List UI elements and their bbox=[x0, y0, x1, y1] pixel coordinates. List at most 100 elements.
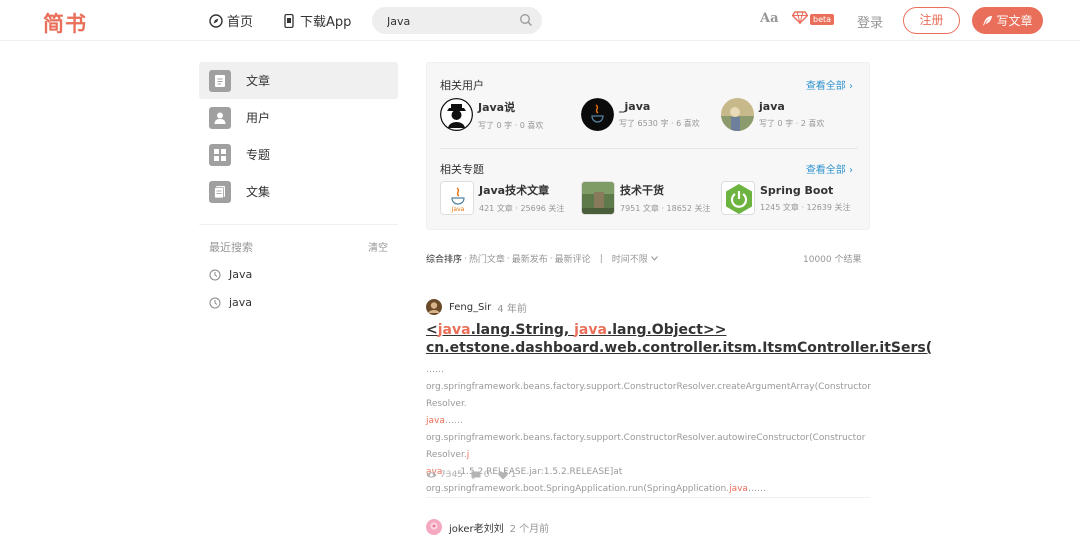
clock-icon bbox=[209, 269, 221, 281]
article-title[interactable]: <java.lang.String, java.lang.Object>> cn… bbox=[426, 321, 932, 357]
abstract-highlight: j bbox=[466, 450, 470, 460]
chevron-down-icon bbox=[650, 256, 658, 261]
related-topic-card[interactable]: Java Java技术文章 421 文章 · 25696 关注 bbox=[440, 181, 564, 215]
user-icon bbox=[209, 106, 231, 129]
sort-pipe: | bbox=[599, 253, 603, 264]
sidebar-item-users[interactable]: 用户 bbox=[199, 99, 398, 136]
sort-separator: · bbox=[464, 253, 467, 264]
avatar bbox=[440, 98, 473, 131]
recent-search-text: Java bbox=[229, 268, 253, 281]
abstract-line: org.springframework.beans.factory.suppor… bbox=[426, 430, 871, 464]
sort-option-comprehensive[interactable]: 综合排序 bbox=[426, 252, 462, 265]
site-logo[interactable]: 简书 bbox=[43, 8, 87, 38]
related-topic-card[interactable]: Spring Boot 1245 文章 · 12639 关注 bbox=[721, 181, 851, 215]
article-divider bbox=[426, 497, 870, 498]
search-box bbox=[372, 7, 542, 34]
comments-stat[interactable]: 0 bbox=[471, 470, 490, 480]
write-article-button[interactable]: 写文章 bbox=[972, 7, 1043, 34]
avatar bbox=[721, 98, 754, 131]
related-topic-name: Spring Boot bbox=[760, 183, 834, 197]
sort-option-comments[interactable]: 最新评论 bbox=[555, 252, 591, 265]
abstract-text: …… bbox=[444, 416, 463, 426]
author-name[interactable]: joker老刘刘 bbox=[449, 520, 504, 535]
abstract-text: …… bbox=[747, 484, 766, 494]
font-size-toggle[interactable]: Aa bbox=[760, 11, 779, 26]
related-user-card[interactable]: java 写了 0 字 · 2 喜欢 bbox=[721, 98, 824, 131]
sort-separator: · bbox=[506, 253, 510, 264]
avatar bbox=[581, 98, 614, 131]
clock-icon bbox=[209, 297, 221, 309]
sidebar-item-label: 文章 bbox=[246, 74, 271, 88]
related-topics-more-link[interactable]: 查看全部 › bbox=[806, 161, 853, 176]
abstract-line: org.springframework.boot.SpringApplicati… bbox=[426, 481, 871, 498]
nav-home-link[interactable]: 首页 bbox=[209, 11, 253, 30]
avatar[interactable] bbox=[426, 519, 442, 535]
views-stat: 7345 bbox=[426, 470, 463, 480]
nav-home-label: 首页 bbox=[227, 15, 254, 30]
time-filter-dropdown[interactable]: 时间不限 bbox=[612, 252, 658, 265]
title-highlight: java bbox=[574, 322, 607, 338]
abstract-text: …… bbox=[426, 365, 444, 375]
recent-search-text: java bbox=[229, 296, 253, 309]
article-icon bbox=[209, 69, 231, 92]
related-panel: 相关用户 查看全部 › Java说 写了 0 字 · 0 喜欢 _java 写了… bbox=[426, 62, 870, 230]
related-topic-stats: 421 文章 · 25696 关注 bbox=[479, 204, 565, 213]
topic-cover: Java bbox=[440, 181, 474, 215]
abstract-highlight: java bbox=[729, 484, 748, 494]
notebook-icon bbox=[209, 180, 231, 203]
sidebar-item-collections[interactable]: 专题 bbox=[199, 136, 398, 173]
related-topics-title: 相关专题 bbox=[440, 163, 484, 176]
diamond-icon bbox=[791, 11, 809, 27]
article-author: Feng_Sir 4 年前 bbox=[426, 299, 527, 315]
related-user-card[interactable]: _java 写了 6530 字 · 6 喜欢 bbox=[581, 98, 700, 131]
comment-icon bbox=[471, 471, 481, 479]
beta-badge[interactable]: beta bbox=[791, 11, 835, 27]
clear-recent-button[interactable]: 清空 bbox=[368, 239, 388, 254]
nav-app-label: 下载App bbox=[300, 15, 352, 30]
sort-bar: 综合排序 · 热门文章 · 最新发布 · 最新评论 | 时间不限 bbox=[426, 252, 658, 265]
related-topic-name: Java技术文章 bbox=[479, 184, 550, 197]
sort-separator: · bbox=[549, 253, 553, 264]
related-user-stats: 写了 0 字 · 2 喜欢 bbox=[759, 119, 825, 128]
article-stats: 7345 0 1 bbox=[426, 470, 524, 480]
beta-tag: beta bbox=[810, 13, 835, 25]
abstract-line: org.springframework.beans.factory.suppor… bbox=[426, 379, 871, 413]
topic-cover bbox=[721, 181, 755, 215]
recent-search-item[interactable]: Java bbox=[209, 268, 252, 281]
likes-count: 1 bbox=[510, 470, 517, 480]
related-users-title: 相关用户 bbox=[440, 79, 484, 92]
sidebar-item-notebooks[interactable]: 文集 bbox=[199, 173, 398, 210]
sort-option-hot[interactable]: 热门文章 bbox=[469, 252, 505, 265]
avatar[interactable] bbox=[426, 299, 442, 315]
related-topic-card[interactable]: 技术干货 7951 文章 · 18652 关注 bbox=[581, 181, 711, 215]
login-link[interactable]: 登录 bbox=[857, 12, 883, 31]
likes-stat[interactable]: 1 bbox=[497, 470, 517, 480]
abstract-text: org.springframework.beans.factory.suppor… bbox=[426, 433, 866, 460]
recent-search-item[interactable]: java bbox=[209, 296, 252, 309]
author-name[interactable]: Feng_Sir bbox=[449, 302, 491, 313]
topic-cover bbox=[581, 181, 615, 215]
write-label: 写文章 bbox=[996, 14, 1033, 28]
sidebar-divider bbox=[199, 224, 398, 225]
nav-download-app-link[interactable]: 下载App bbox=[282, 11, 351, 30]
title-text: .lang.String, bbox=[470, 322, 575, 338]
compass-icon bbox=[209, 13, 223, 28]
heart-icon bbox=[497, 471, 508, 479]
related-topic-name: 技术干货 bbox=[620, 184, 664, 197]
related-user-name: _java bbox=[619, 100, 651, 113]
result-count: 10000 个结果 bbox=[803, 255, 862, 265]
related-users-more-link[interactable]: 查看全部 › bbox=[806, 77, 853, 92]
svg-text:Java: Java bbox=[451, 206, 465, 213]
sidebar-item-articles[interactable]: 文章 bbox=[199, 62, 398, 99]
signup-button[interactable]: 注册 bbox=[903, 7, 960, 34]
publish-time: 4 年前 bbox=[497, 303, 527, 315]
related-user-stats: 写了 0 字 · 0 喜欢 bbox=[478, 120, 544, 130]
recent-search-title: 最近搜索 bbox=[209, 241, 253, 254]
article-author: joker老刘刘 2 个月前 bbox=[426, 519, 549, 535]
search-input[interactable] bbox=[387, 12, 517, 30]
sort-option-newest[interactable]: 最新发布 bbox=[512, 252, 548, 265]
related-user-card[interactable]: Java说 写了 0 字 · 0 喜欢 bbox=[440, 98, 543, 131]
phone-icon bbox=[282, 13, 296, 28]
search-icon[interactable] bbox=[519, 13, 533, 27]
top-navbar: 简书 首页 下载App Aa beta 登录 注册 写文章 bbox=[0, 0, 1080, 41]
